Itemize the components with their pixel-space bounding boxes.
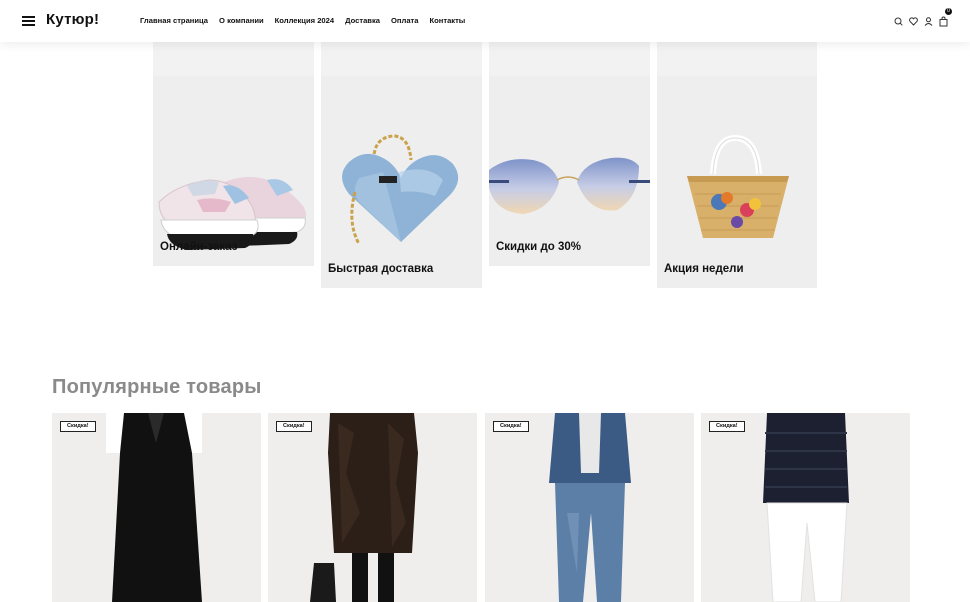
nav-about[interactable]: О компании: [219, 16, 264, 25]
product-card[interactable]: Скидка!: [52, 413, 261, 602]
search-icon[interactable]: [894, 14, 903, 26]
product-image: [106, 413, 202, 602]
feature-card-fast-delivery[interactable]: Быстрая доставка: [321, 42, 482, 288]
nav-contacts[interactable]: Контакты: [429, 16, 465, 25]
header-icons: 0: [894, 8, 952, 27]
heart-bag-image: [342, 134, 459, 245]
main-nav: Главная страница О компании Коллекция 20…: [140, 16, 465, 25]
feature-label: Онлайн-заказ: [160, 241, 238, 253]
heart-icon[interactable]: [909, 14, 918, 26]
nav-collection[interactable]: Коллекция 2024: [275, 16, 334, 25]
product-card[interactable]: Скидка!: [485, 413, 694, 602]
nav-home[interactable]: Главная страница: [140, 16, 208, 25]
discount-badge: Скидка!: [60, 421, 96, 432]
feature-card-discounts[interactable]: Скидки до 30%: [489, 42, 650, 266]
menu-icon[interactable]: [22, 16, 35, 26]
discount-badge: Скидка!: [493, 421, 529, 432]
user-icon[interactable]: [924, 14, 933, 26]
feature-label: Скидки до 30%: [496, 241, 581, 253]
product-image: [310, 413, 418, 602]
logo[interactable]: Кутюр!: [46, 11, 99, 28]
sunglasses-image: [489, 157, 650, 214]
product-card[interactable]: Скидка!: [701, 413, 910, 602]
feature-card-online-order[interactable]: Онлайн-заказ: [153, 42, 314, 266]
bag-icon[interactable]: 0: [939, 8, 952, 27]
site-header: Кутюр! Главная страница О компании Колле…: [0, 0, 970, 42]
discount-badge: Скидка!: [276, 421, 312, 432]
feature-card-weekly-offer[interactable]: Акция недели: [657, 42, 817, 288]
nav-delivery[interactable]: Доставка: [345, 16, 380, 25]
product-image: [763, 413, 849, 602]
feature-label: Быстрая доставка: [328, 263, 434, 275]
basket-bag-image: [687, 134, 789, 238]
discount-badge: Скидка!: [709, 421, 745, 432]
section-title: Популярные товары: [52, 376, 262, 398]
feature-label: Акция недели: [664, 263, 744, 275]
product-card[interactable]: Скидка!: [268, 413, 477, 602]
cart-count-badge: 0: [945, 8, 952, 15]
product-image: [549, 413, 631, 602]
nav-payment[interactable]: Оплата: [391, 16, 418, 25]
